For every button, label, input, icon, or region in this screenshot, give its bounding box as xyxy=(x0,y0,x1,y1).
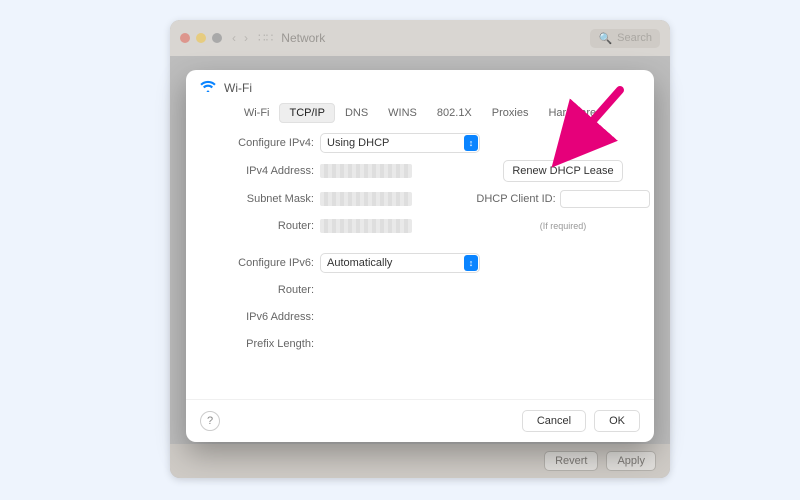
wifi-icon xyxy=(200,80,216,95)
titlebar: ‹ › ∷∷ Network 🔍 Search xyxy=(170,20,670,56)
router-ipv4-value-redacted xyxy=(320,219,412,233)
renew-dhcp-lease-button[interactable]: Renew DHCP Lease xyxy=(503,160,622,182)
chevron-updown-icon: ↕ xyxy=(464,135,478,151)
forward-icon[interactable]: › xyxy=(244,31,248,45)
subnet-mask-value-redacted xyxy=(320,192,412,206)
label-router-ipv4: Router: xyxy=(202,220,320,232)
sheet-footer: ? Cancel OK xyxy=(186,399,654,442)
tab-wifi[interactable]: Wi-Fi xyxy=(234,103,280,123)
dhcp-client-id-input[interactable] xyxy=(560,190,650,208)
minimize-dot[interactable] xyxy=(196,33,206,43)
tab-dns[interactable]: DNS xyxy=(335,103,378,123)
grid-icon[interactable]: ∷∷ xyxy=(258,31,273,45)
tab-tcpip[interactable]: TCP/IP xyxy=(279,103,334,123)
interface-name: Wi-Fi xyxy=(224,81,252,95)
configure-ipv6-value: Automatically xyxy=(327,257,392,269)
sheet-header: Wi-Fi xyxy=(186,70,654,101)
tabs: Wi-Fi TCP/IP DNS WINS 802.1X Proxies Har… xyxy=(200,103,640,123)
label-prefix-length: Prefix Length: xyxy=(202,338,320,350)
window-title: Network xyxy=(281,31,590,45)
label-configure-ipv4: Configure IPv4: xyxy=(202,137,320,149)
tab-proxies[interactable]: Proxies xyxy=(482,103,539,123)
window-footer: Revert Apply xyxy=(170,444,670,478)
tab-wins[interactable]: WINS xyxy=(378,103,427,123)
configure-ipv4-value: Using DHCP xyxy=(327,137,389,149)
apply-button[interactable]: Apply xyxy=(606,451,656,471)
tab-hardware[interactable]: Hardware xyxy=(538,103,606,123)
label-configure-ipv6: Configure IPv6: xyxy=(202,257,320,269)
nav-buttons: ‹ › xyxy=(232,31,248,45)
tab-8021x[interactable]: 802.1X xyxy=(427,103,482,123)
help-button[interactable]: ? xyxy=(200,411,220,431)
ok-button[interactable]: OK xyxy=(594,410,640,432)
cancel-button[interactable]: Cancel xyxy=(522,410,586,432)
label-ipv6-address: IPv6 Address: xyxy=(202,311,320,323)
configure-ipv6-select[interactable]: Automatically ↕ xyxy=(320,253,480,273)
ipv4-address-value-redacted xyxy=(320,164,412,178)
dhcp-client-id-hint: (If required) xyxy=(540,221,587,231)
back-icon[interactable]: ‹ xyxy=(232,31,236,45)
configure-ipv4-select[interactable]: Using DHCP ↕ xyxy=(320,133,480,153)
search-icon: 🔍 xyxy=(598,32,612,45)
label-router-ipv6: Router: xyxy=(202,284,320,296)
label-subnet-mask: Subnet Mask: xyxy=(202,193,320,205)
search-placeholder: Search xyxy=(617,32,652,44)
tcpip-sheet: Wi-Fi Wi-Fi TCP/IP DNS WINS 802.1X Proxi… xyxy=(186,70,654,442)
revert-button[interactable]: Revert xyxy=(544,451,598,471)
close-dot[interactable] xyxy=(180,33,190,43)
search-field[interactable]: 🔍 Search xyxy=(590,29,660,48)
chevron-updown-icon: ↕ xyxy=(464,255,478,271)
label-ipv4-address: IPv4 Address: xyxy=(202,165,320,177)
label-dhcp-client-id: DHCP Client ID: xyxy=(476,193,555,205)
traffic-lights xyxy=(180,33,222,43)
form-area: Configure IPv4: Using DHCP ↕ IPv4 Addres… xyxy=(186,133,654,354)
zoom-dot[interactable] xyxy=(212,33,222,43)
